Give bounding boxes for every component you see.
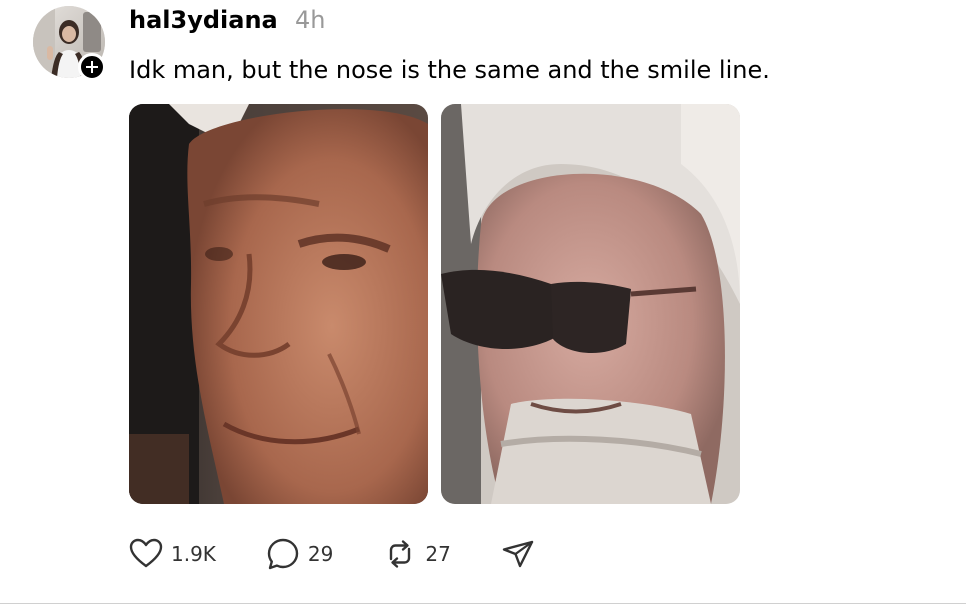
heart-icon	[129, 538, 163, 568]
post-timestamp[interactable]: 4h	[295, 4, 325, 36]
share-button[interactable]	[501, 537, 535, 571]
avatar-wrap[interactable]	[33, 6, 106, 81]
repost-count: 27	[425, 542, 451, 566]
follow-plus-button[interactable]	[78, 53, 106, 81]
repost-button[interactable]: 27	[383, 537, 451, 571]
comment-icon	[267, 538, 299, 570]
username-link[interactable]: hal3ydiana	[129, 4, 278, 36]
post-text: Idk man, but the nose is the same and th…	[129, 56, 770, 84]
plus-icon	[86, 61, 98, 73]
reply-button[interactable]: 29	[266, 537, 333, 571]
like-count: 1.9K	[171, 542, 216, 566]
action-bar: 1.9K 29 27	[129, 534, 535, 574]
post-image-1[interactable]	[129, 104, 428, 504]
reply-count: 29	[307, 542, 334, 566]
like-button[interactable]: 1.9K	[129, 537, 216, 571]
post-image-2[interactable]	[441, 104, 740, 504]
post-divider	[0, 603, 966, 604]
share-icon	[502, 540, 534, 568]
post-container: hal3ydiana 4h Idk man, but the nose is t…	[0, 0, 966, 606]
repost-icon	[390, 540, 411, 568]
